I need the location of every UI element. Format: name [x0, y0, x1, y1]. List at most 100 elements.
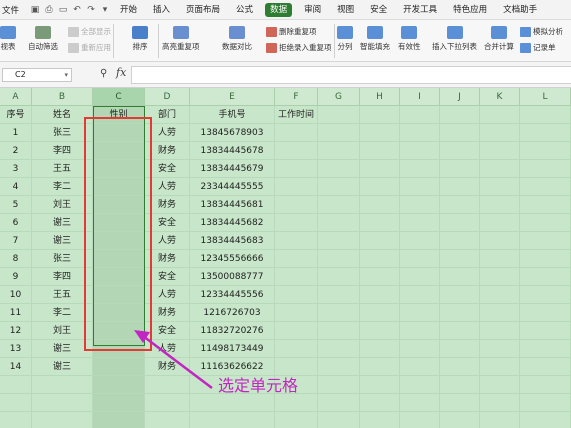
data-cell[interactable]: 13845678903 [190, 124, 275, 142]
data-cell[interactable] [520, 214, 571, 232]
data-cell[interactable] [93, 412, 145, 428]
data-cell[interactable]: 财务 [145, 250, 190, 268]
data-cell[interactable] [520, 178, 571, 196]
data-cell[interactable]: 安全 [145, 214, 190, 232]
data-cell[interactable] [400, 250, 440, 268]
data-cell[interactable] [440, 412, 480, 428]
pivot-table-button[interactable]: 视表 [0, 26, 16, 52]
data-cell[interactable] [0, 412, 32, 428]
data-cell[interactable] [480, 322, 520, 340]
data-cell[interactable]: 王五 [32, 160, 93, 178]
data-cell[interactable] [400, 286, 440, 304]
name-box[interactable]: C2 ▾ [2, 68, 72, 82]
reject-duplicates-button[interactable]: 拒绝录入重复项 [266, 42, 332, 53]
data-cell[interactable] [520, 412, 571, 428]
data-cell[interactable]: 王五 [32, 286, 93, 304]
data-cell[interactable] [275, 160, 318, 178]
tab-security[interactable]: 安全 [362, 0, 395, 20]
data-cell[interactable] [440, 178, 480, 196]
data-cell[interactable] [400, 160, 440, 178]
data-cell[interactable] [275, 178, 318, 196]
data-cell[interactable] [93, 196, 145, 214]
data-cell[interactable] [400, 358, 440, 376]
data-cell[interactable] [275, 250, 318, 268]
data-cell[interactable] [360, 268, 400, 286]
data-cell[interactable] [480, 142, 520, 160]
data-cell[interactable] [360, 214, 400, 232]
data-cell[interactable] [400, 142, 440, 160]
data-cell[interactable] [440, 232, 480, 250]
data-cell[interactable] [520, 268, 571, 286]
data-cell[interactable] [440, 268, 480, 286]
data-cell[interactable] [400, 340, 440, 358]
data-cell[interactable] [318, 160, 360, 178]
data-cell[interactable] [400, 304, 440, 322]
data-cell[interactable] [93, 322, 145, 340]
data-cell[interactable] [93, 250, 145, 268]
data-cell[interactable] [360, 232, 400, 250]
data-cell[interactable] [480, 376, 520, 394]
data-cell[interactable] [440, 358, 480, 376]
data-cell[interactable] [32, 412, 93, 428]
data-cell[interactable] [318, 286, 360, 304]
more-icon[interactable]: ▾ [98, 4, 112, 16]
header-cell[interactable]: 部门 [145, 106, 190, 124]
data-cell[interactable]: 10 [0, 286, 32, 304]
data-cell[interactable] [275, 286, 318, 304]
data-cell[interactable] [318, 178, 360, 196]
data-cell[interactable] [400, 214, 440, 232]
data-cell[interactable] [480, 394, 520, 412]
data-cell[interactable] [520, 286, 571, 304]
data-cell[interactable]: 13834445682 [190, 214, 275, 232]
redo-icon[interactable]: ↷ [84, 4, 98, 16]
highlight-duplicates-button[interactable]: 高亮重复项 [162, 26, 200, 52]
data-cell[interactable]: 谢三 [32, 358, 93, 376]
data-cell[interactable] [440, 394, 480, 412]
data-cell[interactable] [440, 286, 480, 304]
zoom-search-icon[interactable]: ⚲ [100, 68, 107, 79]
data-cell[interactable] [360, 196, 400, 214]
data-cell[interactable] [480, 358, 520, 376]
data-cell[interactable] [520, 304, 571, 322]
data-cell[interactable]: 人劳 [145, 232, 190, 250]
remove-duplicates-button[interactable]: 删除重复项 [266, 26, 317, 37]
data-cell[interactable]: 财务 [145, 358, 190, 376]
print-icon[interactable]: ⎙ [42, 4, 56, 16]
header-cell[interactable] [360, 106, 400, 124]
data-cell[interactable] [318, 124, 360, 142]
data-cell[interactable] [275, 214, 318, 232]
header-cell[interactable]: 性别 [93, 106, 145, 124]
data-cell[interactable]: 1216726703 [190, 304, 275, 322]
data-cell[interactable] [275, 412, 318, 428]
column-header-j[interactable]: J [440, 88, 480, 106]
column-header-a[interactable]: A [0, 88, 32, 106]
tab-page-layout[interactable]: 页面布局 [178, 0, 228, 20]
data-cell[interactable]: 安全 [145, 268, 190, 286]
data-cell[interactable]: 23344445555 [190, 178, 275, 196]
record-form-button[interactable]: 记录单 [520, 42, 556, 53]
data-cell[interactable] [360, 142, 400, 160]
data-cell[interactable] [440, 322, 480, 340]
data-cell[interactable] [93, 340, 145, 358]
data-cell[interactable] [318, 232, 360, 250]
data-cell[interactable] [440, 196, 480, 214]
column-header-g[interactable]: G [318, 88, 360, 106]
data-cell[interactable] [440, 340, 480, 358]
data-cell[interactable] [520, 340, 571, 358]
chevron-down-icon[interactable]: ▾ [64, 69, 68, 81]
data-cell[interactable]: 11 [0, 304, 32, 322]
data-cell[interactable] [480, 160, 520, 178]
data-cell[interactable] [400, 268, 440, 286]
data-cell[interactable]: 11832720276 [190, 322, 275, 340]
data-cell[interactable] [520, 250, 571, 268]
data-cell[interactable] [360, 376, 400, 394]
data-cell[interactable] [318, 196, 360, 214]
data-cell[interactable]: 12 [0, 322, 32, 340]
tab-view[interactable]: 视图 [329, 0, 362, 20]
data-cell[interactable] [520, 160, 571, 178]
data-cell[interactable] [480, 214, 520, 232]
formula-input[interactable] [131, 66, 571, 84]
data-cell[interactable]: 人劳 [145, 340, 190, 358]
data-cell[interactable] [318, 376, 360, 394]
data-cell[interactable] [480, 124, 520, 142]
